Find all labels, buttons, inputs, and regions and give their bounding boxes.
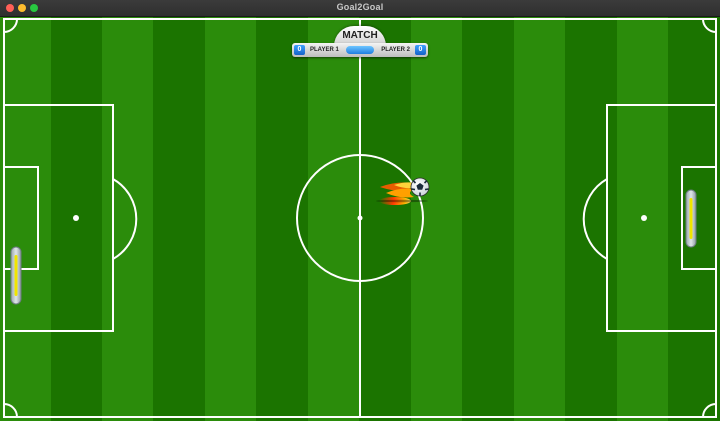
match-label: MATCH xyxy=(342,30,378,41)
player2-score: 0 xyxy=(415,45,426,55)
window-title: Goal2Goal xyxy=(336,2,384,12)
player1-name: PLAYER 1 xyxy=(310,47,339,53)
player1-score: 0 xyxy=(294,45,305,55)
left-penalty-spot xyxy=(73,215,79,221)
soccer-field[interactable]: MATCH 0 PLAYER 1 PLAYER 2 0 xyxy=(0,17,720,421)
scoreboard: MATCH 0 PLAYER 1 PLAYER 2 0 xyxy=(292,26,428,60)
goal-paddle-icon[interactable] xyxy=(10,246,22,305)
player2-name: PLAYER 2 xyxy=(381,47,410,53)
center-spot xyxy=(357,215,363,221)
right-penalty-spot xyxy=(641,215,647,221)
scoreboard-center-indicator xyxy=(346,46,374,54)
title-bar: Goal2Goal xyxy=(0,0,720,17)
pitch-canvas xyxy=(0,17,720,421)
game-window: Goal2Goal MATCH 0 PLAYER 1 PLAYER 2 0 xyxy=(0,0,720,421)
score-bar: 0 PLAYER 1 PLAYER 2 0 xyxy=(292,43,428,57)
goal-paddle-icon[interactable] xyxy=(685,189,697,248)
